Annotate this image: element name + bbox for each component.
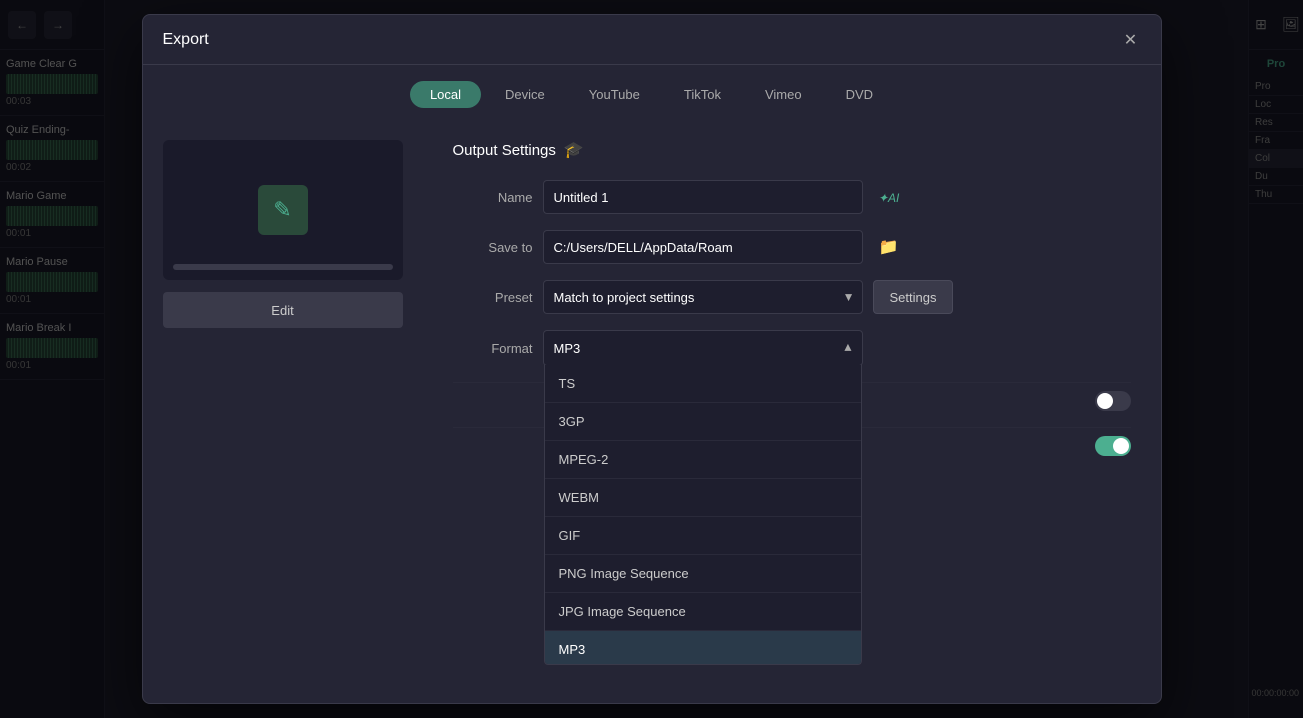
tab-local[interactable]: Local xyxy=(410,81,481,108)
folder-icon[interactable]: 📁 xyxy=(873,231,905,263)
save-to-row: Save to 📁 xyxy=(453,230,1131,264)
format-chevron-icon: ▼ xyxy=(842,341,854,355)
tab-tiktok[interactable]: TikTok xyxy=(664,81,741,108)
graduation-icon: 🎓 xyxy=(564,140,584,160)
settings-header: Output Settings 🎓 xyxy=(453,140,1131,160)
format-label: Format xyxy=(453,341,533,356)
preview-icon: ✎ xyxy=(258,185,308,235)
preview-box: ✎ xyxy=(163,140,403,280)
format-selected-value: MP3 xyxy=(554,341,581,356)
tab-dvd[interactable]: DVD xyxy=(826,81,893,108)
toggle-2[interactable] xyxy=(1095,436,1131,456)
edit-pencil-icon: ✎ xyxy=(273,197,291,223)
edit-button[interactable]: Edit xyxy=(163,292,403,328)
toggle-2-thumb xyxy=(1113,438,1129,454)
format-selected-display[interactable]: MP3 ▼ xyxy=(544,331,862,365)
preview-bar xyxy=(173,264,393,270)
format-option-mpeg2[interactable]: MPEG-2 xyxy=(545,441,861,479)
format-option-jpg-seq[interactable]: JPG Image Sequence xyxy=(545,593,861,631)
save-to-label: Save to xyxy=(453,240,533,255)
name-input[interactable] xyxy=(543,180,863,214)
output-settings-title: Output Settings xyxy=(453,142,556,159)
format-option-mp3[interactable]: MP3 xyxy=(545,631,861,665)
save-to-input[interactable] xyxy=(543,230,863,264)
format-option-webm[interactable]: WEBM xyxy=(545,479,861,517)
settings-panel: Output Settings 🎓 Name ✦AI Save to xyxy=(423,120,1161,703)
ai-button[interactable]: ✦AI xyxy=(873,181,905,213)
tab-device[interactable]: Device xyxy=(485,81,565,108)
format-option-3gp[interactable]: 3GP xyxy=(545,403,861,441)
close-button[interactable]: ✕ xyxy=(1117,26,1145,54)
toggle-1-thumb xyxy=(1097,393,1113,409)
dialog-header: Export ✕ xyxy=(143,15,1161,65)
preset-select[interactable]: Match to project settings xyxy=(543,280,863,314)
name-row: Name ✦AI xyxy=(453,180,1131,214)
preview-panel: ✎ Edit xyxy=(143,120,423,703)
format-select-wrapper: MP3 ▼ TS 3GP MPEG-2 WEBM GIF PNG Image S… xyxy=(543,330,863,366)
preset-row: Preset Match to project settings ▼ Setti… xyxy=(453,280,1131,314)
export-dialog: Export ✕ Local Device YouTube TikTok Vim… xyxy=(142,14,1162,704)
tab-youtube[interactable]: YouTube xyxy=(569,81,660,108)
preset-label: Preset xyxy=(453,290,533,305)
format-dropdown-list: TS 3GP MPEG-2 WEBM GIF PNG Image Sequenc… xyxy=(544,365,862,665)
name-label: Name xyxy=(453,190,533,205)
settings-button[interactable]: Settings xyxy=(873,280,954,314)
preset-select-wrapper: Match to project settings ▼ xyxy=(543,280,863,314)
toggle-1[interactable] xyxy=(1095,391,1131,411)
dialog-tabs: Local Device YouTube TikTok Vimeo DVD xyxy=(143,65,1161,120)
dialog-title: Export xyxy=(163,31,209,49)
format-option-png-seq[interactable]: PNG Image Sequence xyxy=(545,555,861,593)
format-option-gif[interactable]: GIF xyxy=(545,517,861,555)
svg-text:✦AI: ✦AI xyxy=(878,191,900,205)
tab-vimeo[interactable]: Vimeo xyxy=(745,81,822,108)
format-option-ts[interactable]: TS xyxy=(545,365,861,403)
format-row: Format MP3 ▼ TS 3GP MPEG-2 WEBM GIF PN xyxy=(453,330,1131,366)
modal-overlay: Export ✕ Local Device YouTube TikTok Vim… xyxy=(0,0,1303,718)
dialog-body: ✎ Edit Output Settings 🎓 Name xyxy=(143,120,1161,703)
